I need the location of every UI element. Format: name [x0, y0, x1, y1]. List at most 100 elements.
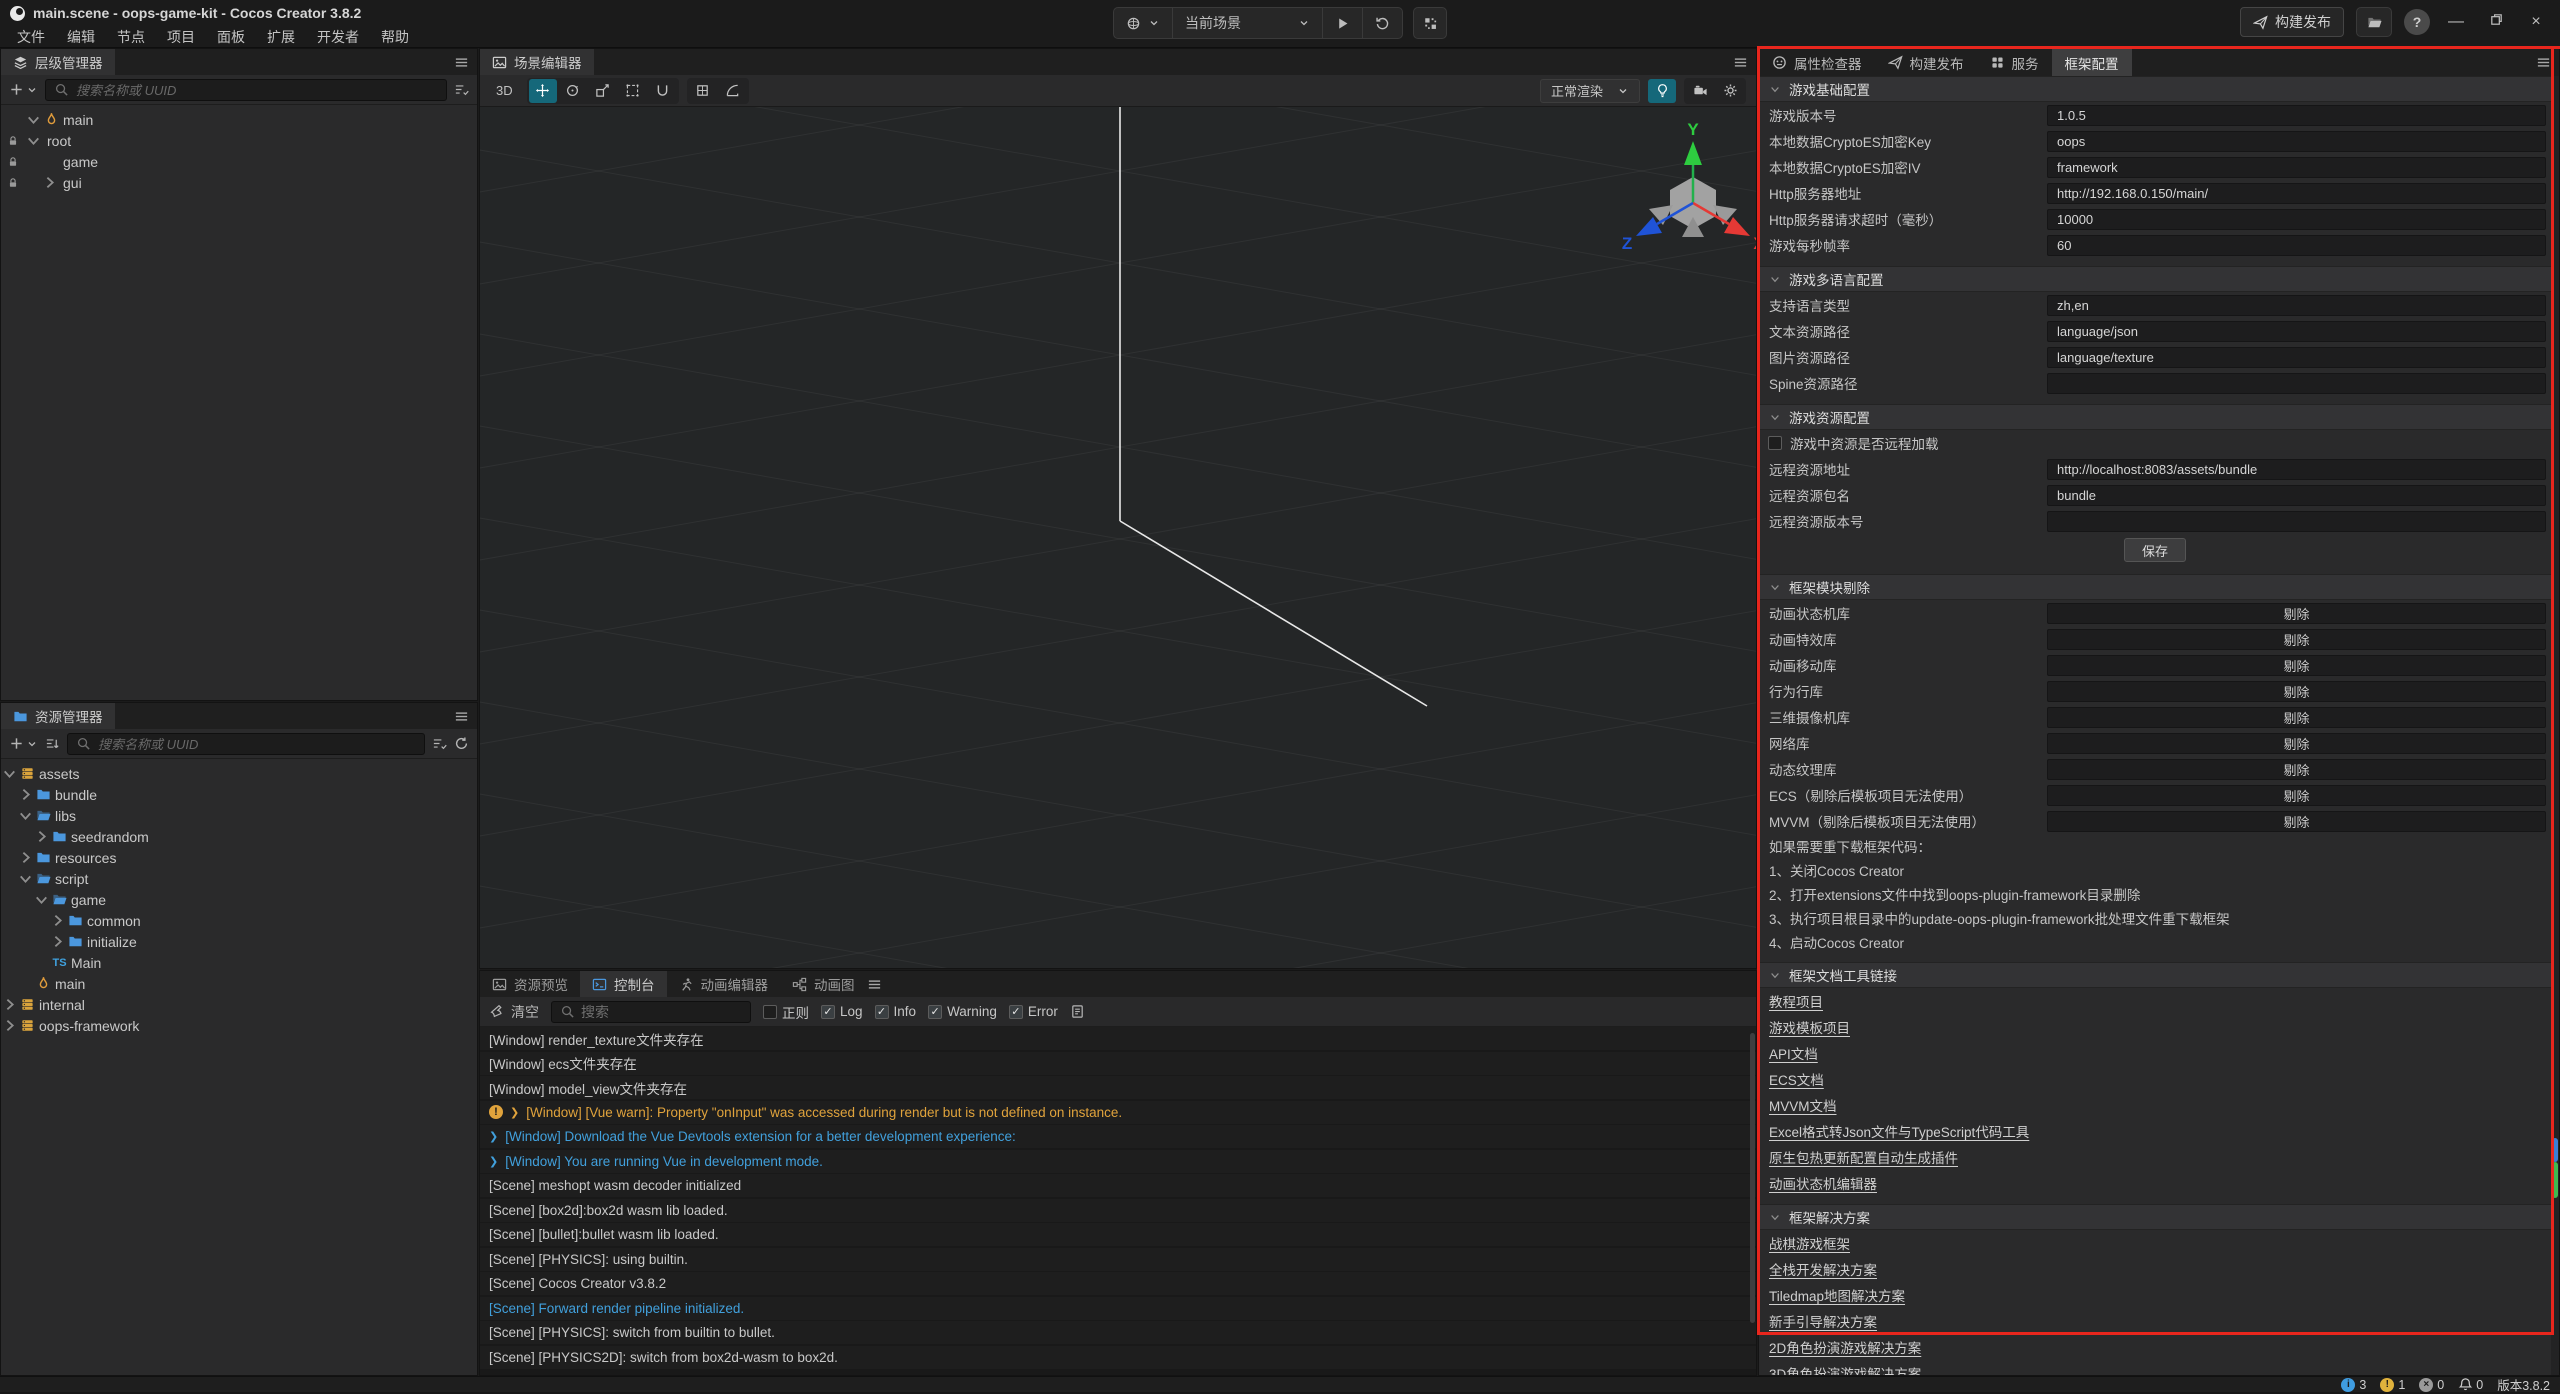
chevron-down-icon[interactable] — [33, 891, 50, 908]
tree-row[interactable]: script — [1, 868, 477, 889]
regex-checkbox[interactable]: 正则 — [763, 1002, 809, 1022]
open-project-folder-button[interactable] — [2356, 7, 2392, 37]
chevron-right-icon[interactable]: ❯ — [489, 1130, 498, 1143]
tree-row[interactable]: gui — [1, 172, 477, 193]
menu-3[interactable]: 项目 — [156, 26, 206, 48]
doc-link[interactable]: 游戏模板项目 — [1769, 1017, 1850, 1037]
lock-icon[interactable] — [7, 177, 19, 189]
chevron-down-icon[interactable] — [1769, 411, 1781, 423]
checkbox[interactable] — [1768, 436, 1782, 450]
tree-row[interactable]: main — [1, 973, 477, 994]
chevron-right-icon[interactable]: ❯ — [489, 1155, 498, 1168]
lock-icon[interactable] — [7, 135, 19, 147]
field-input[interactable]: http://192.168.0.150/main/ — [2047, 183, 2546, 204]
section-header[interactable]: 框架模块剔除 — [1759, 574, 2551, 600]
tree-row[interactable]: resources — [1, 847, 477, 868]
tree-row[interactable]: assets — [1, 763, 477, 784]
chevron-right-icon[interactable] — [1, 996, 18, 1013]
field-input[interactable] — [2047, 511, 2546, 532]
rect-tool-button[interactable] — [619, 79, 647, 103]
console-log-row[interactable]: [Scene] [PHYSICS2D]: switch from box2d-w… — [480, 1346, 1756, 1369]
inspector-scrollbar-track[interactable] — [2551, 76, 2559, 1375]
tree-row[interactable]: internal — [1, 994, 477, 1015]
menu-7[interactable]: 帮助 — [370, 26, 420, 48]
chevron-down-icon[interactable] — [1769, 581, 1781, 593]
scale-tool-button[interactable] — [589, 79, 617, 103]
assets-tab[interactable]: 资源管理器 — [1, 703, 115, 729]
console-export-button[interactable] — [1070, 1004, 1085, 1019]
console-tab-1[interactable]: 控制台 — [580, 971, 667, 997]
chevron-down-icon[interactable] — [17, 807, 34, 824]
field-input[interactable]: language/json — [2047, 321, 2546, 342]
info-count[interactable]: i3 — [2341, 1378, 2366, 1392]
console-log-row[interactable]: [Scene] Forward render pipeline initiali… — [480, 1297, 1756, 1320]
section-header[interactable]: 框架文档工具链接 — [1759, 962, 2551, 988]
tree-row[interactable]: main — [1, 109, 477, 130]
hierarchy-search-input[interactable]: 搜索名称或 UUID — [45, 79, 447, 101]
console-log-row[interactable]: [Window] model_view文件夹存在 — [480, 1076, 1756, 1099]
qr-preview-button[interactable] — [1413, 7, 1447, 39]
doc-link[interactable]: Tiledmap地图解决方案 — [1769, 1285, 1905, 1305]
section-header[interactable]: 游戏多语言配置 — [1759, 266, 2551, 292]
tree-row[interactable]: oops-framework — [1, 1015, 477, 1036]
console-menu-icon[interactable] — [867, 977, 882, 992]
tree-row[interactable]: game — [1, 151, 477, 172]
preview-target-button[interactable] — [1114, 8, 1173, 38]
filter-log-checkbox[interactable]: ✓Log — [821, 1004, 863, 1019]
console-log-row[interactable]: [Scene] [bullet]:bullet wasm lib loaded. — [480, 1223, 1756, 1246]
menu-5[interactable]: 扩展 — [256, 26, 306, 48]
create-node-button[interactable] — [9, 82, 38, 97]
3d-mode-toggle[interactable]: 3D — [490, 83, 519, 98]
menu-1[interactable]: 编辑 — [56, 26, 106, 48]
console-log-row[interactable]: ❯[Window] Download the Vue Devtools exte… — [480, 1125, 1756, 1148]
chevron-down-icon[interactable] — [1769, 1211, 1781, 1223]
move-tool-button[interactable] — [529, 79, 557, 103]
chevron-down-icon[interactable] — [25, 132, 42, 149]
remove-module-button[interactable]: 剔除 — [2047, 629, 2546, 650]
chevron-right-icon[interactable] — [17, 849, 34, 866]
chevron-right-icon[interactable] — [1, 1017, 18, 1034]
chevron-down-icon[interactable] — [1769, 273, 1781, 285]
chevron-down-icon[interactable] — [17, 870, 34, 887]
console-log-row[interactable]: [Scene] [box2d]:box2d wasm lib loaded. — [480, 1199, 1756, 1222]
tree-row[interactable]: root — [1, 130, 477, 151]
tree-row[interactable]: libs — [1, 805, 477, 826]
assets-sort-button[interactable] — [45, 736, 60, 751]
console-log-row[interactable]: [Scene] meshopt wasm decoder initialized — [480, 1174, 1756, 1197]
assets-refresh-button[interactable] — [454, 736, 469, 751]
save-button[interactable]: 保存 — [2124, 538, 2186, 562]
section-header[interactable]: 游戏资源配置 — [1759, 404, 2551, 430]
lighting-toggle-button[interactable] — [1648, 79, 1676, 103]
create-asset-button[interactable] — [9, 736, 38, 751]
console-log-row[interactable]: ❯[Window] You are running Vue in develop… — [480, 1150, 1756, 1173]
console-log-row[interactable]: [Window] ecs文件夹存在 — [480, 1052, 1756, 1075]
doc-link[interactable]: 新手引导解决方案 — [1769, 1311, 1877, 1331]
reload-button[interactable] — [1363, 8, 1402, 38]
axis-gizmo[interactable]: YXZ — [1608, 115, 1756, 275]
remove-module-button[interactable]: 剔除 — [2047, 681, 2546, 702]
chevron-down-icon[interactable] — [1769, 969, 1781, 981]
field-input[interactable]: 10000 — [2047, 209, 2546, 230]
remove-module-button[interactable]: 剔除 — [2047, 707, 2546, 728]
hierarchy-tab[interactable]: 层级管理器 — [1, 49, 115, 75]
remove-module-button[interactable]: 剔除 — [2047, 785, 2546, 806]
tree-row[interactable]: common — [1, 910, 477, 931]
chevron-down-icon[interactable] — [25, 111, 42, 128]
field-input[interactable]: http://localhost:8083/assets/bundle — [2047, 459, 2546, 480]
console-log-row[interactable]: [Scene] Cocos Creator v3.8.2 — [480, 1272, 1756, 1295]
doc-link[interactable]: 教程项目 — [1769, 991, 1823, 1011]
filter-info-checkbox[interactable]: ✓Info — [875, 1004, 917, 1019]
console-log-row[interactable]: [Scene] [PHYSICS]: switch from builtin t… — [480, 1321, 1756, 1344]
restore-button[interactable] — [2482, 12, 2510, 32]
rotation-snap-button[interactable] — [719, 79, 747, 103]
filter-warning-checkbox[interactable]: ✓Warning — [928, 1004, 997, 1019]
grid-snap-button[interactable] — [689, 79, 717, 103]
inspector-tab-1[interactable]: 构建发布 — [1875, 49, 1977, 76]
console-tab-2[interactable]: 动画编辑器 — [667, 971, 781, 997]
console-tab-0[interactable]: 资源预览 — [480, 971, 580, 997]
console-log-row[interactable]: [Scene] [PHYSICS]: using builtin. — [480, 1248, 1756, 1271]
remove-module-button[interactable]: 剔除 — [2047, 759, 2546, 780]
inspector-tab-0[interactable]: 属性检查器 — [1759, 49, 1875, 76]
camera-settings-button[interactable] — [1686, 79, 1714, 103]
field-input[interactable]: 60 — [2047, 235, 2546, 256]
